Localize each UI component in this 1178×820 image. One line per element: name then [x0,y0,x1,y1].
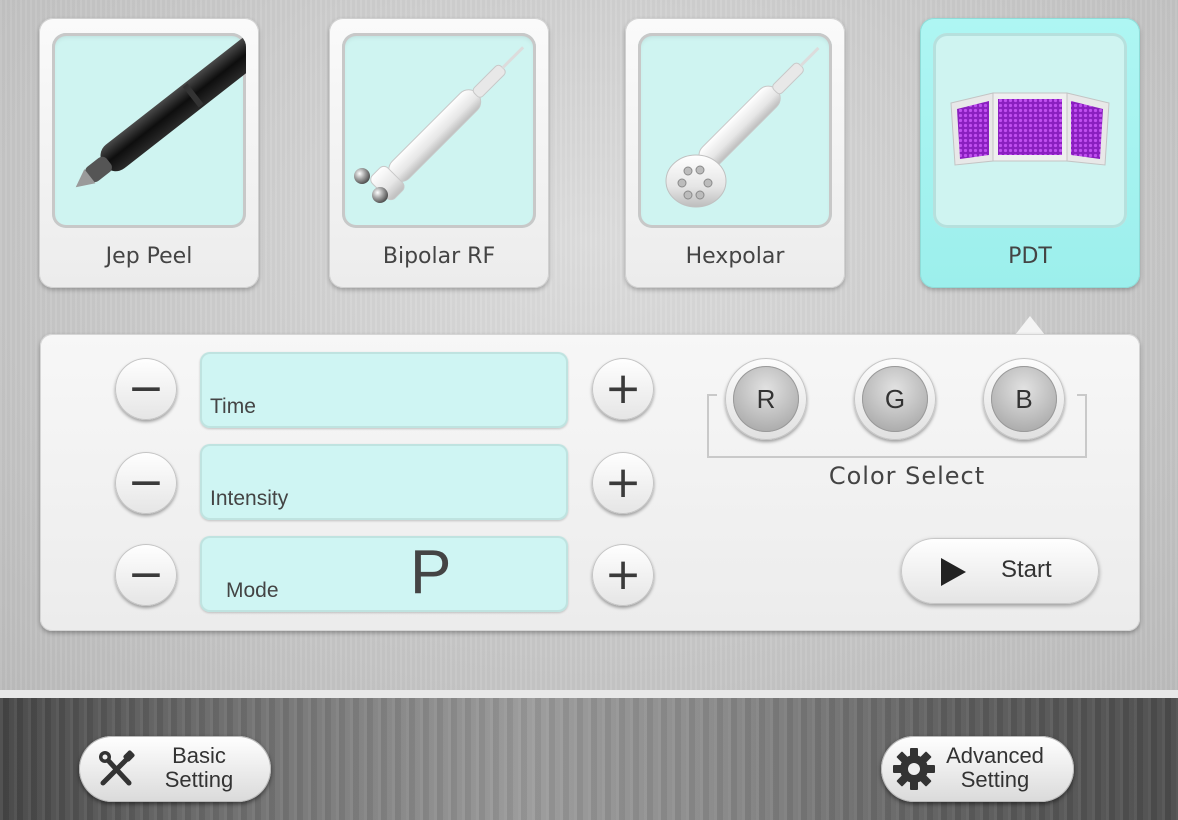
mode-display: Mode P [200,536,568,612]
handpiece-label: Jep Peel [105,244,193,269]
intensity-display: Intensity [200,444,568,520]
control-panel: − Time + − Intensity + − Mode P + R G B [40,334,1140,631]
bipolar-rf-probe-icon [354,46,525,203]
hexpolar-probe-icon [665,46,820,208]
basic-setting-button[interactable]: Basic Setting [79,736,271,802]
minus-icon: − [127,549,165,600]
color-b-label: B [991,366,1057,432]
plus-icon: + [604,549,642,600]
intensity-label: Intensity [210,487,289,510]
handpiece-label: Hexpolar [685,244,785,269]
handpiece-card-bipolar-rf[interactable]: Bipolar RF [329,18,549,288]
basic-setting-line2: Setting [164,767,234,792]
jet-peel-pen-icon [75,35,246,188]
color-r-label: R [733,366,799,432]
time-display: Time [200,352,568,428]
handpiece-card-hexpolar[interactable]: Hexpolar [625,18,845,288]
handpiece-thumbnail [52,33,246,228]
handpiece-card-pdt[interactable]: PDT [920,18,1140,288]
time-decrease-button[interactable]: − [115,358,177,420]
time-increase-button[interactable]: + [592,358,654,420]
intensity-increase-button[interactable]: + [592,452,654,514]
mode-value: P [410,538,452,607]
advanced-setting-line1: Advanced [946,743,1044,768]
plus-icon: + [604,363,642,414]
bottom-bar: Basic Setting Advanced Setting [0,690,1178,820]
start-button[interactable]: Start [901,538,1099,604]
minus-icon: − [127,363,165,414]
active-card-pointer [1015,316,1045,335]
color-r-button[interactable]: R [725,358,807,440]
handpiece-label: Bipolar RF [382,244,496,269]
tools-icon [99,750,135,786]
basic-setting-line1: Basic [172,743,226,768]
gear-icon [893,748,935,790]
intensity-decrease-button[interactable]: − [115,452,177,514]
color-g-button[interactable]: G [854,358,936,440]
handpiece-thumbnail [933,33,1127,228]
play-icon [941,558,966,586]
plus-icon: + [604,457,642,508]
start-label: Start [1001,556,1052,583]
time-label: Time [210,395,256,418]
color-select-label: Color Select [828,462,986,490]
handpiece-thumbnail [638,33,832,228]
color-b-button[interactable]: B [983,358,1065,440]
mode-label: Mode [226,579,279,602]
minus-icon: − [127,457,165,508]
advanced-setting-button[interactable]: Advanced Setting [881,736,1074,802]
advanced-setting-line2: Setting [960,767,1030,792]
pdt-led-panel-icon [950,92,1110,166]
handpiece-thumbnail [342,33,536,228]
main-area: Jep Peel Bipolar RF Hexpolar PDT − Time … [0,0,1178,690]
handpiece-card-jep-peel[interactable]: Jep Peel [39,18,259,288]
mode-decrease-button[interactable]: − [115,544,177,606]
color-g-label: G [862,366,928,432]
mode-increase-button[interactable]: + [592,544,654,606]
handpiece-label: PDT [1008,244,1052,269]
